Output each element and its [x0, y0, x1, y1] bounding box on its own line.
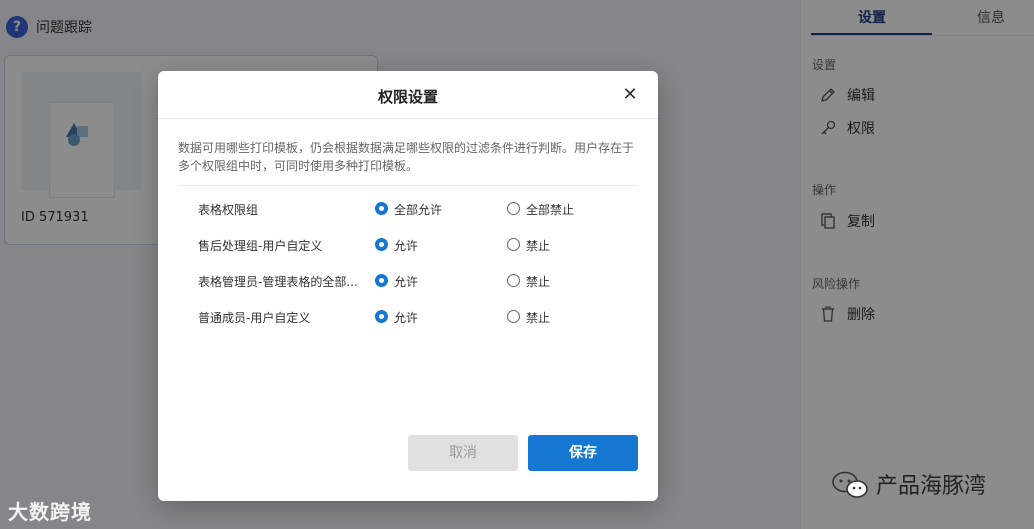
permission-row: 表格权限组 全部允许 全部禁止 [198, 202, 575, 217]
divider [178, 185, 638, 186]
permission-group-name: 普通成员-用户自定义 [198, 311, 311, 325]
save-button[interactable]: 保存 [528, 435, 638, 471]
dialog-title: 权限设置 [377, 88, 438, 106]
permission-row: 普通成员-用户自定义 允许 禁止 [198, 310, 551, 325]
permission-group-name: 表格管理员-管理表格的全部... [198, 275, 358, 289]
dialog-description: 数据可用哪些打印模板，仍会根据数据满足哪些权限的过滤条件进行判断。用户存在于多个… [178, 141, 635, 173]
cancel-button[interactable]: 取消 [408, 435, 518, 471]
watermark-left-text: 大数跨境 [8, 500, 92, 524]
permission-group-name: 表格权限组 [198, 203, 259, 217]
watermark-left: 大数跨境 [8, 496, 92, 525]
close-icon[interactable]: ✕ [620, 85, 640, 105]
permission-settings-dialog: 权限设置 ✕ 数据可用哪些打印模板，仍会根据数据满足哪些权限的过滤条件进行判断。… [158, 71, 658, 501]
dialog-header: 权限设置 ✕ [158, 71, 658, 119]
wechat-icon [832, 471, 868, 498]
watermark-right-text: 产品海豚湾 [876, 474, 987, 499]
permission-row: 表格管理员-管理表格的全部... 允许 禁止 [198, 274, 551, 289]
permission-row: 售后处理组-用户自定义 允许 禁止 [198, 238, 551, 253]
permission-group-name: 售后处理组-用户自定义 [198, 239, 323, 253]
